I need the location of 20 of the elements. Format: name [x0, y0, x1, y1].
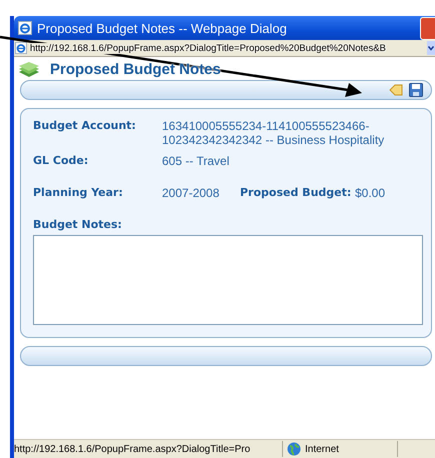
field-label: Planning Year: [33, 186, 124, 200]
browser-icon [15, 42, 27, 54]
field-label: Budget Notes: [33, 218, 123, 232]
field-value: $0.00 [355, 186, 386, 200]
money-stack-icon [18, 62, 40, 78]
globe-icon [287, 442, 301, 456]
save-icon[interactable] [409, 83, 423, 97]
notes-field[interactable] [33, 235, 423, 325]
field-label: GL Code: [33, 154, 90, 168]
field-value: 2007-2008 [162, 186, 220, 200]
field-label: Budget Account: [33, 119, 137, 134]
back-arrow-icon[interactable] [389, 84, 403, 96]
security-zone: Internet [305, 444, 339, 454]
field-value: 163410005555234-114100555523466-102342342342342 -- Business Hospitality [162, 119, 386, 147]
close-button[interactable] [420, 16, 435, 40]
status-url: http://192.168.1.6/PopupFrame.aspx?DialogTitle=Pro [14, 444, 252, 454]
field-value: 605 -- Travel [162, 154, 230, 168]
browser-icon [18, 21, 32, 35]
field-label: Proposed Budget: [240, 186, 352, 200]
window-title: Proposed Budget Notes -- Webpage Dialog [37, 20, 287, 36]
